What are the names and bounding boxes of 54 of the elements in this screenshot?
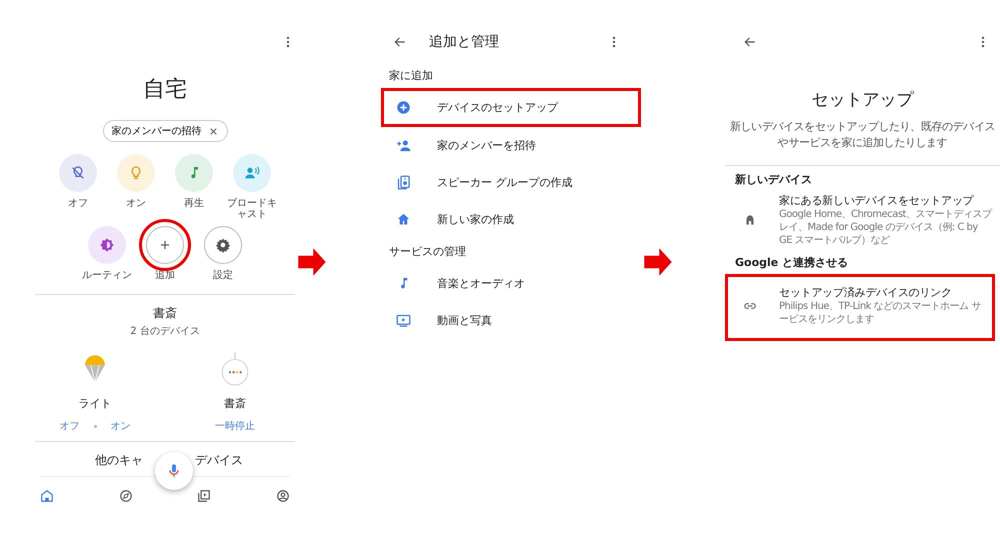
mic-button[interactable] [155,452,193,490]
room-title: 書斎 [153,305,177,322]
section-title: 他のキャ [95,452,143,469]
action-label: オン [126,198,146,211]
action-button[interactable] [204,226,242,264]
settings-icon [215,237,231,253]
invite-chip[interactable]: 家のメンバーの招待 [102,120,228,142]
home-icon[interactable] [40,489,54,503]
action-button[interactable] [146,226,184,264]
setup-option[interactable]: 家にある新しいデバイスをセットアップ Google Home、Chromecast、スマートディスプレイ、Made for Google のデバイス（例: C by GE スマートバルブ）など [725,191,995,249]
person-add-icon [396,138,411,153]
screen-title: 追加と管理 [429,33,499,51]
section-title: デバイス [195,452,243,469]
back-icon[interactable] [393,35,407,49]
device-control[interactable]: オフ [60,419,80,433]
action-label: 設定 [213,270,233,283]
action-label: ブロードキャスト [226,198,278,222]
back-icon[interactable] [743,35,757,49]
action-button[interactable] [88,226,126,264]
crossed-bulb-icon [70,165,86,181]
action-button[interactable] [59,154,97,192]
menu-item[interactable]: 家のメンバーを招待 [381,127,641,164]
person-speaking-icon [244,165,260,181]
setup-option[interactable]: セットアップ済みデバイスのリンク Philips Hue、TP-Link などのスマートホーム サービスをリンクします [725,274,995,341]
device-control[interactable]: 一時停止 [215,419,255,433]
section-heading: サービスの管理 [389,244,467,259]
menu-item[interactable]: 動画と写真 [381,302,641,339]
account-icon[interactable] [276,489,290,503]
compass-icon[interactable] [118,489,133,503]
action-label: 再生 [184,198,204,211]
device-count: 2 台のデバイス [130,324,200,338]
menu-item[interactable]: デバイスのセットアップ [381,88,641,127]
add-circle-icon [396,100,411,115]
action-label: 追加 [155,270,175,283]
screen-description: 新しいデバイスをセットアップしたり、既存のデバイスやサービスを家に追加したりします [728,119,996,151]
menu-item[interactable]: スピーカー グループの作成 [381,164,641,201]
video-icon [396,313,411,328]
menu-item[interactable]: 新しい家の作成 [381,201,641,238]
device-control[interactable]: オン [110,419,130,433]
screen-title: セットアップ [810,89,915,111]
home-title: 自宅 [143,76,187,104]
menu-item[interactable]: 音楽とオーディオ [381,265,641,302]
device-name: 書斎 [224,396,246,411]
media-icon[interactable] [197,489,212,503]
section-heading: 家に追加 [389,68,434,83]
section-heading: Google と連携させる [735,255,850,270]
home-icon [396,212,411,227]
action-label: ルーティン [82,270,132,283]
speakers-icon [396,175,411,190]
section-heading: 新しいデバイス [735,172,813,187]
routine-icon [99,237,115,253]
device-name: ライト [78,396,112,411]
action-label: オフ [68,198,88,211]
close-icon [208,126,218,136]
